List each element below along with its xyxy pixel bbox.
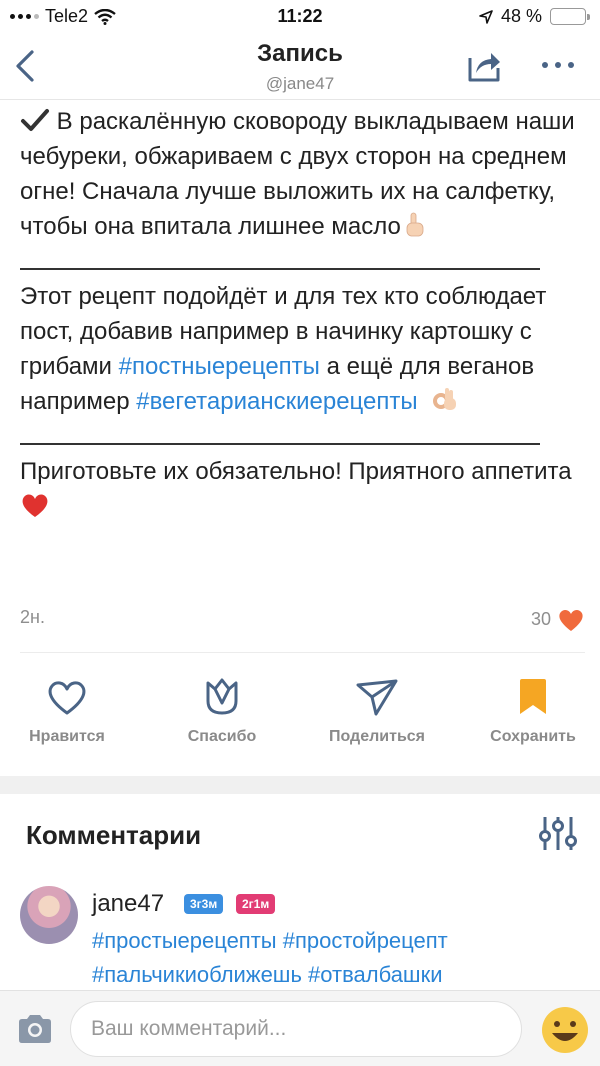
page-title: Запись [257, 40, 343, 67]
likes-count: 30 [530, 609, 551, 629]
status-bar: Tele2 11:22 48 % [0, 0, 600, 32]
divider-line [20, 244, 585, 279]
share-button[interactable]: Поделиться [307, 668, 447, 746]
hashtag-link[interactable]: #вегетарианскиерецепты [136, 388, 417, 415]
badge-age: 3г3м [184, 894, 224, 914]
more-dots-icon[interactable] [540, 58, 576, 72]
page-subtitle[interactable]: @jane47 [0, 74, 600, 94]
battery-icon [550, 8, 590, 25]
save-button[interactable]: Сохранить [463, 668, 600, 746]
comment-composer: Ваш комментарий... [0, 990, 600, 1066]
comment-author[interactable]: jane47 [92, 890, 164, 918]
filter-sliders-icon[interactable] [538, 814, 578, 854]
divider-line [20, 419, 585, 454]
pointing-hand-emoji-icon [406, 212, 424, 237]
comment-item: jane47 3г3м 2г1м #простыерецепты #просто… [0, 880, 600, 990]
post-paragraph-2: Этот рецепт подойдёт и для тех кто соблю… [20, 283, 547, 415]
section-separator [0, 776, 600, 794]
post-paragraph-1: В раскалённую сковороду выкладываем наши… [20, 108, 575, 240]
ok-hand-emoji-icon [433, 388, 457, 410]
flower-icon [206, 678, 238, 715]
emoji-smile-icon[interactable] [540, 1005, 590, 1055]
battery-percent: 48 % [500, 6, 542, 26]
comment-input[interactable]: Ваш комментарий... [70, 1001, 522, 1057]
post-time: 2н. [20, 607, 45, 627]
avatar[interactable] [20, 886, 78, 944]
like-button[interactable]: Нравится [0, 668, 137, 746]
thanks-button[interactable]: Спасибо [152, 668, 292, 746]
share-out-icon[interactable] [464, 46, 504, 86]
camera-icon[interactable] [16, 1013, 54, 1045]
divider [20, 652, 585, 653]
comments-title: Комментарии [26, 820, 202, 850]
location-arrow-icon [479, 9, 493, 24]
post-paragraph-3: Приготовьте их обязательно! Приятного ап… [20, 454, 585, 524]
post-meta: 2н. 30 [20, 607, 585, 633]
post-actions-bar: Нравится Спасибо Поделиться Сохранить [0, 668, 600, 768]
comments-header: Комментарии [0, 800, 600, 870]
likes-counter[interactable]: 30 [531, 607, 585, 632]
comment-hashtags[interactable]: #простыерецепты #простойрецепт #пальчики… [92, 924, 572, 992]
paper-plane-icon [356, 679, 398, 716]
hashtag-link[interactable]: #постныерецепты [119, 353, 320, 380]
post-body: В раскалённую сковороду выкладываем наши… [20, 104, 585, 524]
heart-outline-icon [48, 681, 86, 715]
nav-header: Запись @jane47 [0, 32, 600, 100]
badge-member: 2г1м [236, 894, 276, 914]
checkmark-icon [21, 109, 49, 131]
heart-filled-icon [559, 609, 583, 631]
bookmark-icon [520, 679, 546, 714]
red-heart-emoji-icon [22, 494, 48, 517]
